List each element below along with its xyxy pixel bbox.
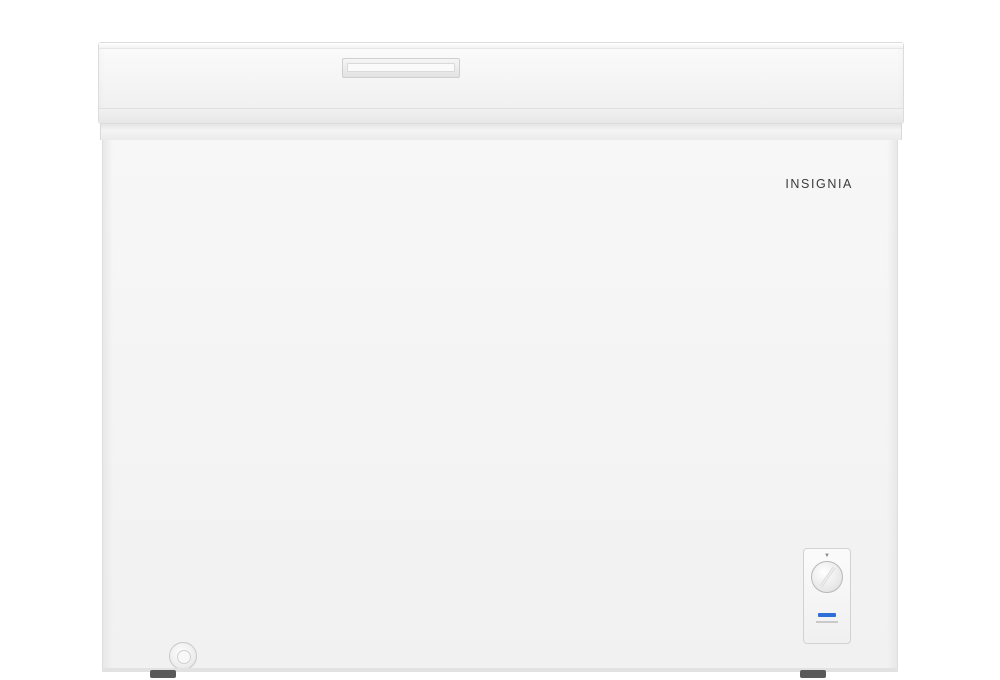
base-strip — [102, 668, 898, 672]
dial-mark-icon: ▼ — [824, 553, 830, 559]
lid-lip — [99, 108, 903, 123]
indicator-label-mark — [816, 621, 838, 623]
thermostat-panel: ▼ — [803, 548, 851, 644]
drain-plug-center — [177, 650, 191, 664]
lid-handle-recess — [347, 63, 455, 72]
body-shade-right — [887, 140, 897, 669]
foot-left — [150, 670, 176, 678]
dial-grip — [819, 566, 836, 588]
body-shade-left — [103, 140, 113, 669]
freezer-body: INSIGNIA ▼ — [102, 140, 898, 670]
drain-plug-icon — [169, 642, 197, 670]
freezer-lid — [98, 42, 904, 124]
lid-handle — [342, 58, 460, 78]
foot-right — [800, 670, 826, 678]
product-photo: INSIGNIA ▼ — [0, 0, 1000, 680]
lid-seam — [100, 124, 902, 140]
lid-top-edge — [99, 43, 903, 49]
brand-logo: INSIGNIA — [785, 177, 853, 191]
power-indicator-light — [818, 613, 836, 617]
thermostat-dial-icon — [811, 561, 843, 593]
